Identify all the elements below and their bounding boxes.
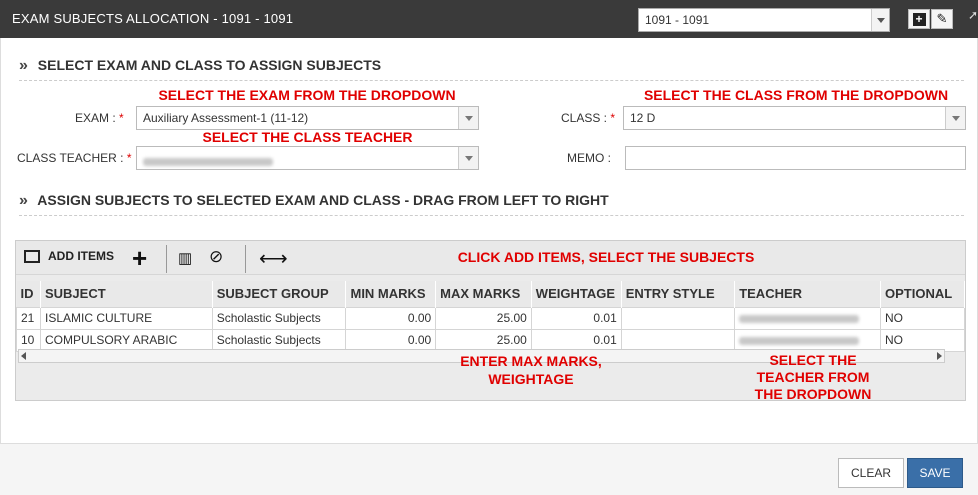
scroll-right-icon[interactable]	[937, 352, 942, 360]
col-header-entry-style[interactable]: ENTRY STYLE	[621, 281, 736, 307]
chevron-down-icon[interactable]	[458, 107, 478, 129]
chevron-down-icon[interactable]	[945, 107, 965, 129]
double-chevron-icon: »	[19, 57, 28, 74]
col-header-max-marks[interactable]: MAX MARKS	[435, 281, 532, 307]
cell-subject-group: Scholastic Subjects	[211, 328, 347, 352]
class-teacher-value-redacted	[143, 154, 273, 168]
edit-button[interactable]: ✎	[931, 9, 953, 29]
cell-subject-group: Scholastic Subjects	[211, 306, 347, 330]
cell-entry-style[interactable]	[620, 306, 736, 330]
exam-select-value: Auxiliary Assessment-1 (11-12)	[143, 111, 309, 125]
required-mark: *	[610, 111, 616, 125]
edit-icon: ✎	[936, 11, 948, 26]
section-title: SELECT EXAM AND CLASS TO ASSIGN SUBJECTS	[37, 57, 382, 73]
col-header-subject-group[interactable]: SUBJECT GROUP	[212, 281, 347, 307]
add-items-button[interactable]: ADD ITEMS	[24, 249, 114, 264]
cell-subject: ISLAMIC CULTURE	[39, 306, 213, 330]
trash-icon[interactable]: ▥	[178, 249, 192, 267]
required-mark: *	[119, 111, 124, 125]
col-header-min-marks[interactable]: MIN MARKS	[345, 281, 437, 307]
ban-icon[interactable]: ⊘	[209, 247, 223, 267]
required-mark: *	[126, 151, 132, 165]
annotation-exam: SELECT THE EXAM FROM THE DROPDOWN	[158, 87, 456, 103]
class-label: CLASS : *	[561, 111, 616, 125]
annotation-class: SELECT THE CLASS FROM THE DROPDOWN	[643, 87, 949, 103]
pin-icon[interactable]: ➚	[968, 8, 978, 22]
memo-input[interactable]	[625, 146, 966, 170]
class-select[interactable]: 12 D	[623, 106, 966, 130]
col-header-optional[interactable]: OPTIONAL	[880, 281, 965, 307]
chevron-down-icon[interactable]	[458, 147, 478, 169]
cell-max-marks[interactable]: 25.00	[435, 306, 532, 330]
subjects-grid: ADD ITEMS + ▥ ⊘ ⟷ CLICK ADD ITEMS, SELEC…	[15, 240, 966, 402]
resize-columns-icon[interactable]: ⟷	[259, 246, 288, 271]
plus-icon[interactable]: +	[132, 243, 147, 274]
table-row[interactable]: 21 ISLAMIC CULTURE Scholastic Subjects 0…	[16, 306, 965, 330]
cell-subject: COMPULSORY ARABIC	[39, 328, 213, 352]
cell-weightage[interactable]: 0.01	[530, 328, 622, 352]
clear-button[interactable]: CLEAR	[838, 458, 904, 488]
table-header-row: ID SUBJECT SUBJECT GROUP MIN MARKS MAX M…	[16, 281, 965, 307]
year-select[interactable]: 1091 - 1091	[638, 8, 890, 32]
scroll-left-icon[interactable]	[21, 352, 26, 360]
memo-label: MEMO :	[567, 151, 611, 165]
window-title: EXAM SUBJECTS ALLOCATION - 1091 - 1091	[12, 11, 294, 26]
table-row[interactable]: 10 COMPULSORY ARABIC Scholastic Subjects…	[16, 328, 965, 352]
col-header-id[interactable]: ID	[16, 281, 41, 307]
year-select-value: 1091 - 1091	[645, 13, 710, 27]
footer-bar: CLEAR SAVE	[0, 443, 978, 495]
section-select-exam-class: » SELECT EXAM AND CLASS TO ASSIGN SUBJEC…	[19, 57, 964, 81]
plus-square-icon: +	[912, 13, 926, 26]
cell-teacher-redacted[interactable]	[734, 328, 882, 352]
subjects-table: ID SUBJECT SUBJECT GROUP MIN MARKS MAX M…	[16, 281, 965, 352]
annotation-class-teacher: SELECT THE CLASS TEACHER	[202, 129, 413, 145]
double-chevron-icon: »	[19, 192, 28, 209]
annotation-max-marks: ENTER MAX MARKS, WEIGHTAGE	[460, 353, 602, 387]
cell-teacher-redacted[interactable]	[734, 306, 882, 330]
chevron-down-icon[interactable]	[871, 9, 889, 31]
cell-entry-style[interactable]	[620, 328, 736, 352]
exam-label: EXAM : *	[75, 111, 124, 125]
cell-id: 10	[16, 328, 41, 352]
grid-toolbar: ADD ITEMS + ▥ ⊘ ⟷ CLICK ADD ITEMS, SELEC…	[16, 241, 965, 275]
annotation-teacher-dropdown: SELECT THE TEACHER FROM THE DROPDOWN	[754, 352, 872, 402]
exam-select[interactable]: Auxiliary Assessment-1 (11-12)	[136, 106, 479, 130]
list-icon	[24, 250, 40, 264]
class-select-value: 12 D	[630, 111, 656, 125]
cell-optional[interactable]: NO	[880, 328, 965, 352]
toolbar-divider	[245, 245, 246, 273]
title-bar: EXAM SUBJECTS ALLOCATION - 1091 - 1091 1…	[0, 0, 978, 38]
cell-min-marks[interactable]: 0.00	[345, 306, 437, 330]
cell-weightage[interactable]: 0.01	[530, 306, 622, 330]
toolbar-divider	[166, 245, 167, 273]
class-teacher-label: CLASS TEACHER : *	[17, 151, 132, 165]
col-header-subject[interactable]: SUBJECT	[40, 281, 213, 307]
cell-optional[interactable]: NO	[880, 306, 965, 330]
cell-id: 21	[16, 306, 41, 330]
add-button[interactable]: +	[908, 9, 930, 29]
cell-min-marks[interactable]: 0.00	[345, 328, 437, 352]
section-title: ASSIGN SUBJECTS TO SELECTED EXAM AND CLA…	[37, 192, 609, 208]
add-items-label: ADD ITEMS	[48, 249, 114, 263]
class-teacher-select[interactable]	[136, 146, 479, 170]
section-assign-subjects: » ASSIGN SUBJECTS TO SELECTED EXAM AND C…	[19, 192, 964, 216]
main-content: » SELECT EXAM AND CLASS TO ASSIGN SUBJEC…	[0, 38, 978, 443]
save-button[interactable]: SAVE	[907, 458, 963, 488]
cell-max-marks[interactable]: 25.00	[435, 328, 532, 352]
col-header-teacher[interactable]: TEACHER	[734, 281, 882, 307]
col-header-weightage[interactable]: WEIGHTAGE	[531, 281, 622, 307]
annotation-add-items: CLICK ADD ITEMS, SELECT THE SUBJECTS	[457, 249, 755, 265]
